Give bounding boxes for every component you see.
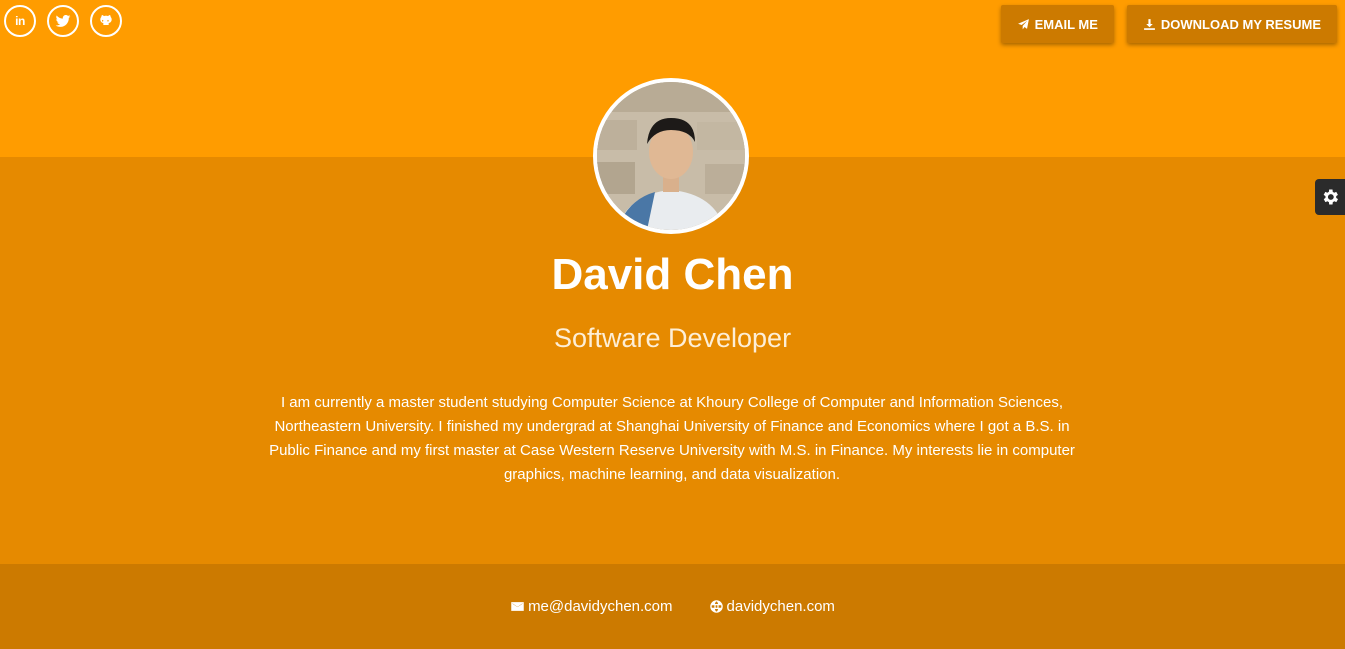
linkedin-icon: in [15,14,25,28]
footer-email-link[interactable]: me@davidychen.com [510,598,673,615]
profile-bio: I am currently a master student studying… [269,394,1075,483]
profile-photo-image [597,82,745,230]
email-me-button[interactable]: EMAIL ME [1000,5,1114,43]
linkedin-link[interactable]: in [4,5,36,37]
top-actions: EMAIL ME DOWNLOAD MY RESUME [1000,5,1337,43]
twitter-icon [55,15,71,27]
contact-footer: me@davidychen.com davidychen.com [0,564,1345,649]
footer-email: me@davidychen.com [528,598,673,615]
footer-website: davidychen.com [726,598,835,615]
gear-icon [1323,189,1338,205]
github-icon [100,15,112,25]
email-me-label: EMAIL ME [1034,16,1098,32]
twitter-link[interactable] [47,5,79,37]
paper-plane-icon [1017,18,1029,29]
globe-icon [709,600,723,613]
download-icon [1143,18,1155,30]
profile-photo [593,78,749,234]
profile-name: David Chen [551,250,794,299]
social-links: in [4,5,122,37]
download-resume-label: DOWNLOAD MY RESUME [1160,16,1321,32]
profile-title: Software Developer [553,323,792,353]
github-link[interactable] [90,5,122,37]
footer-website-link[interactable]: davidychen.com [709,598,835,615]
download-resume-button[interactable]: DOWNLOAD MY RESUME [1126,5,1337,43]
settings-toggle[interactable] [1315,179,1345,215]
envelope-icon [511,602,524,611]
